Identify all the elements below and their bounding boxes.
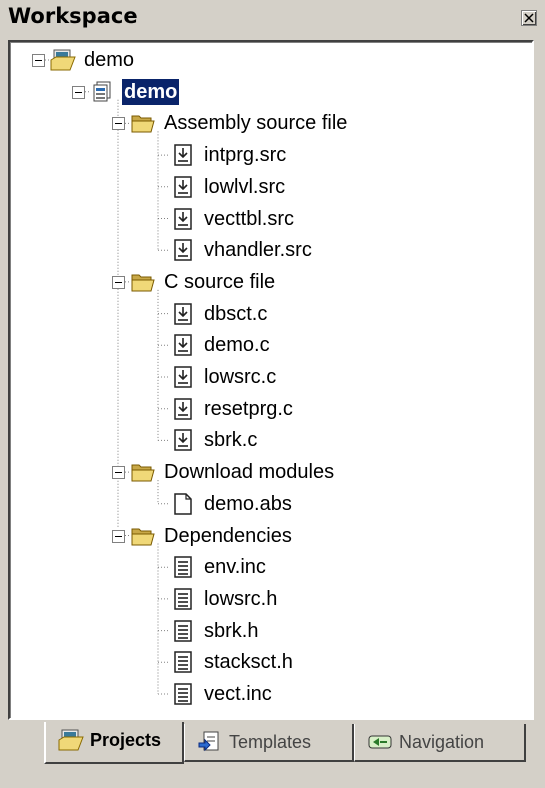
templates-tab-icon xyxy=(197,730,223,754)
tree-node-label: demo xyxy=(122,78,180,105)
tree-node-file[interactable]: lowsrc.c xyxy=(10,363,530,391)
tree-node-label: C source file xyxy=(164,270,276,293)
text-file-icon xyxy=(170,682,196,706)
source-file-icon xyxy=(170,207,196,231)
collapse-toggle[interactable] xyxy=(112,529,125,543)
tree-node-label: demo xyxy=(84,49,135,71)
collapse-toggle[interactable] xyxy=(112,117,125,131)
source-file-icon xyxy=(170,143,196,167)
tree-node-label: lowsrc.c xyxy=(204,366,277,388)
source-file-icon xyxy=(170,428,196,452)
source-file-icon xyxy=(170,302,196,326)
project-tree[interactable]: demo demo Assembly source file intprg.src lo… xyxy=(8,40,534,720)
navigation-tab-icon xyxy=(367,730,393,754)
text-file-icon xyxy=(170,619,196,643)
tree-node-label: intprg.src xyxy=(204,144,287,167)
tab-label: Projects xyxy=(90,730,162,750)
tree-node-label: vecttbl.src xyxy=(204,207,295,230)
tab-label: Templates xyxy=(229,732,312,752)
window-title: Workspace xyxy=(8,4,138,28)
tree-node-file[interactable]: env.inc xyxy=(10,553,530,581)
tree-node-folder[interactable]: Download modules xyxy=(10,458,530,486)
close-button[interactable] xyxy=(521,10,537,26)
tree-node-label: dbsct.c xyxy=(204,302,268,325)
text-file-icon xyxy=(170,555,196,579)
close-icon xyxy=(524,13,534,23)
projects-tab-icon xyxy=(58,728,84,752)
tree-node-folder[interactable]: C source file xyxy=(10,268,530,296)
tab-navigation[interactable]: Navigation xyxy=(354,724,526,762)
tree-node-label: sbrk.c xyxy=(204,429,258,452)
workspace-title-bar: Workspace xyxy=(0,0,545,36)
tree-node-file[interactable]: intprg.src xyxy=(10,141,530,169)
tree-node-label: demo.c xyxy=(204,334,270,357)
tree-node-label: stacksct.h xyxy=(204,651,293,674)
collapse-toggle[interactable] xyxy=(32,54,45,67)
tree-node-project[interactable]: demo xyxy=(10,78,530,106)
tab-projects[interactable]: Projects xyxy=(44,722,184,764)
collapse-toggle[interactable] xyxy=(112,466,125,480)
source-file-icon xyxy=(170,333,196,357)
tree-node-label: resetprg.c xyxy=(204,397,293,420)
tree-node-file[interactable]: lowlvl.src xyxy=(10,173,530,201)
tree-node-label: Download modules xyxy=(164,461,335,484)
source-file-icon xyxy=(170,238,196,262)
tree-node-label: vect.inc xyxy=(204,683,272,705)
folder-open-icon xyxy=(130,270,156,294)
tree-node-file[interactable]: vect.inc xyxy=(10,680,530,708)
text-file-icon xyxy=(170,650,196,674)
tree-node-file[interactable]: vhandler.src xyxy=(10,236,530,264)
tree-node-label: sbrk.h xyxy=(204,619,259,642)
source-file-icon xyxy=(170,175,196,199)
collapse-toggle[interactable] xyxy=(112,275,125,289)
tree-node-label: env.inc xyxy=(204,556,266,579)
workspace-tabs: Projects Templates Navigation xyxy=(0,722,545,788)
tree-node-label: Dependencies xyxy=(164,524,292,547)
tree-node-folder[interactable]: Assembly source file xyxy=(10,109,530,137)
tree-node-label: Assembly source file xyxy=(164,112,348,135)
blank-file-icon xyxy=(170,492,196,516)
workspace-icon xyxy=(50,48,76,72)
tree-node-label: demo.abs xyxy=(204,492,292,515)
folder-open-icon xyxy=(130,111,156,135)
tree-node-file[interactable]: sbrk.h xyxy=(10,617,530,645)
tree-node-file[interactable]: resetprg.c xyxy=(10,395,530,423)
collapse-toggle[interactable] xyxy=(72,85,85,99)
tree-node-file[interactable]: stacksct.h xyxy=(10,648,530,676)
tab-label: Navigation xyxy=(399,732,485,752)
tree-node-workspace[interactable]: demo xyxy=(10,46,530,74)
tree-node-file[interactable]: dbsct.c xyxy=(10,300,530,328)
tree-node-label: vhandler.src xyxy=(204,239,312,262)
tree-node-folder[interactable]: Dependencies xyxy=(10,522,530,550)
text-file-icon xyxy=(170,587,196,611)
tree-node-file[interactable]: demo.c xyxy=(10,331,530,359)
source-file-icon xyxy=(170,397,196,421)
folder-open-icon xyxy=(130,524,156,548)
tree-node-file[interactable]: vecttbl.src xyxy=(10,205,530,233)
tree-node-file[interactable]: lowsrc.h xyxy=(10,585,530,613)
project-icon xyxy=(90,80,116,104)
tree-node-file[interactable]: sbrk.c xyxy=(10,426,530,454)
tree-node-file[interactable]: demo.abs xyxy=(10,490,530,518)
tree-node-label: lowlvl.src xyxy=(204,175,286,198)
folder-open-icon xyxy=(130,460,156,484)
source-file-icon xyxy=(170,365,196,389)
tree-node-label: lowsrc.h xyxy=(204,587,278,610)
tab-templates[interactable]: Templates xyxy=(184,724,354,762)
